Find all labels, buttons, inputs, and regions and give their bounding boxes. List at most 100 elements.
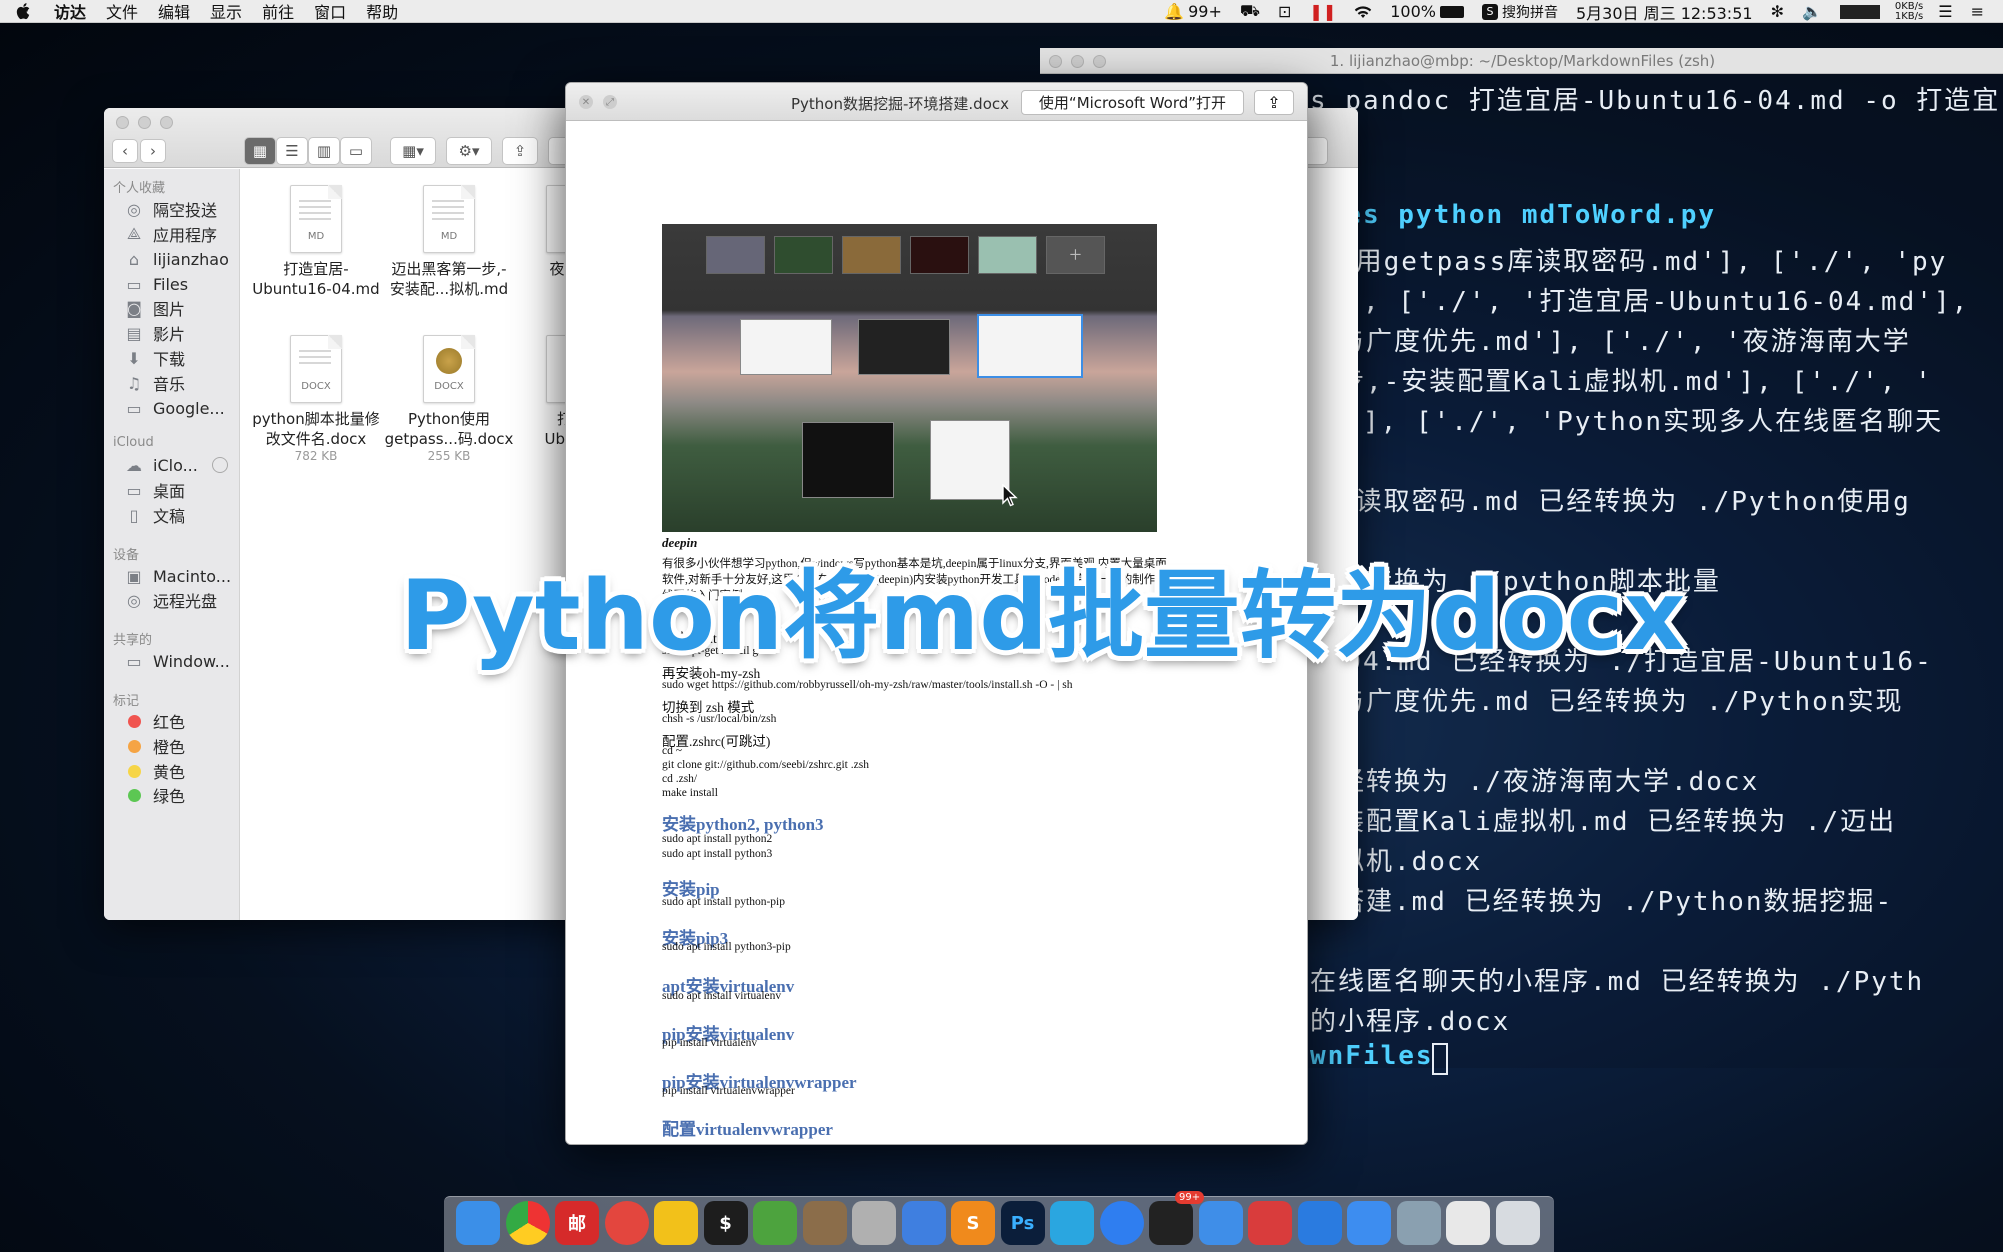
maxthon-icon[interactable]: [1050, 1201, 1094, 1245]
sidebar-item-pictures[interactable]: ◙ 图片: [124, 297, 185, 320]
sidebar-item-music[interactable]: ♫ 音乐: [124, 372, 185, 395]
sidebar-item-desktop[interactable]: ▭ 桌面: [124, 479, 185, 502]
back-button[interactable]: ‹: [112, 139, 138, 163]
file-item[interactable]: DOCX Python使用 getpass...码.docx 255 KB: [384, 335, 514, 463]
docx-file-icon: DOCX: [423, 335, 475, 403]
sidebar-item-files[interactable]: ▭ Files: [124, 273, 188, 295]
bluetooth-icon[interactable]: ✻: [1762, 2, 1793, 21]
evernote-icon[interactable]: [753, 1201, 797, 1245]
sidebar-item-windows[interactable]: ▭ Window...: [124, 650, 229, 672]
squirrel-icon[interactable]: [654, 1201, 698, 1245]
sidebar-item-macintosh[interactable]: ▣ Macinto...: [124, 565, 231, 587]
volume-icon[interactable]: 🔈: [1793, 2, 1831, 21]
zoom-button[interactable]: [160, 116, 173, 129]
pause-icon[interactable]: ❚❚: [1300, 2, 1345, 21]
notification-center-icon[interactable]: ≡: [1962, 2, 1993, 21]
terminal-icon[interactable]: $: [703, 1201, 748, 1245]
wifi-icon[interactable]: [1345, 5, 1381, 19]
close-button[interactable]: [1049, 55, 1062, 68]
fullscreen-button[interactable]: ⤢: [603, 95, 617, 109]
sidebar-item-google[interactable]: ▭ Google...: [124, 397, 224, 419]
finder-icon[interactable]: [456, 1201, 500, 1245]
package-icon[interactable]: [852, 1201, 896, 1245]
remote-desktop-icon[interactable]: [1248, 1201, 1292, 1245]
gallery-view-button[interactable]: ▭: [340, 137, 372, 165]
sidebar-item-label: 红色: [153, 713, 186, 732]
scale-icon[interactable]: [1347, 1201, 1391, 1245]
close-button[interactable]: [116, 116, 129, 129]
file-ext: MD: [440, 231, 458, 242]
apple-menu-icon[interactable]: [14, 1, 34, 21]
menu-file[interactable]: 文件: [96, 0, 148, 23]
teamviewer-icon[interactable]: [1198, 1201, 1243, 1245]
battery-status[interactable]: 100%: [1381, 2, 1473, 21]
menu-extra-icon[interactable]: [1831, 4, 1889, 19]
launcher-icon[interactable]: [802, 1201, 847, 1245]
windows-icon[interactable]: [1297, 1201, 1342, 1245]
file-item[interactable]: MD 打造宜居- Ubuntu16-04.md: [251, 185, 381, 299]
sidebar-item-documents[interactable]: ▯ 文稿: [124, 504, 185, 527]
open-with-word-button[interactable]: 使用“Microsoft Word”打开: [1021, 90, 1244, 115]
grid-icon: ▦: [252, 142, 268, 160]
sidebar-item-applications[interactable]: ⟁ 应用程序: [124, 223, 217, 245]
expand-icon: ⤢: [606, 96, 614, 108]
workspace-thumb: [910, 236, 969, 274]
terminal-line: 先与广度优先.md 已经转换为 ./Python实现: [1310, 687, 1904, 717]
column-view-button[interactable]: ▥: [308, 137, 340, 165]
keynote-icon[interactable]: [901, 1201, 946, 1245]
chrome-icon[interactable]: [505, 1201, 550, 1245]
close-button[interactable]: ✕: [579, 95, 593, 109]
action-button[interactable]: ⚙▾: [446, 137, 492, 165]
photoshop-icon[interactable]: Ps: [1000, 1201, 1045, 1245]
forward-button[interactable]: ›: [140, 139, 166, 163]
workspace-thumb: [842, 236, 901, 274]
menu-window[interactable]: 窗口: [304, 0, 356, 23]
menu-help[interactable]: 帮助: [356, 0, 408, 23]
trash-icon[interactable]: [1495, 1201, 1540, 1245]
screen-record-icon[interactable]: ⊡: [1269, 2, 1300, 21]
terminal-line: s库读取密码.md 已经转换为 ./Python使用g: [1310, 487, 1911, 517]
sidebar-item-remote-disc[interactable]: ◎ 远程光盘: [124, 589, 217, 612]
icon-view-button[interactable]: ▦: [244, 137, 276, 165]
minimize-button[interactable]: [138, 116, 151, 129]
qq-status[interactable]: 🔔 99+: [1155, 2, 1231, 21]
clock[interactable]: 5月30日 周三 12:53:51: [1567, 0, 1762, 24]
terminal-line: 已经转换为 ./夜游海南大学.docx: [1310, 767, 1760, 797]
sidebar-item-home[interactable]: ⌂ lijianzhao: [124, 248, 229, 270]
preview-icon[interactable]: [1396, 1201, 1441, 1245]
sidebar-item-movies[interactable]: ▤ 影片: [124, 322, 185, 345]
time-machine-icon[interactable]: ⛟: [1231, 1, 1269, 22]
share-button[interactable]: ⇪: [502, 137, 538, 165]
qq-icon[interactable]: [1149, 1201, 1193, 1245]
sidebar-tag-orange[interactable]: 橙色: [124, 735, 185, 757]
sidebar-item-downloads[interactable]: ⬇ 下载: [124, 347, 185, 370]
file-item[interactable]: DOCX python脚本批量修 改文件名.docx 782 KB: [251, 335, 381, 463]
menu-edit[interactable]: 编辑: [148, 0, 200, 23]
menu-go[interactable]: 前往: [252, 0, 304, 23]
arrange-button[interactable]: ▦▾: [390, 137, 436, 165]
sidebar-item-icloud-drive[interactable]: ☁ iClo...: [124, 454, 228, 476]
zoom-button[interactable]: [1093, 55, 1106, 68]
sublime-icon[interactable]: S: [951, 1201, 995, 1245]
menu-view[interactable]: 显示: [200, 0, 252, 23]
mail-icon[interactable]: 邮: [555, 1201, 599, 1245]
terminal-traffic-lights: [1049, 55, 1106, 68]
menu-list-icon[interactable]: ☰: [1929, 2, 1961, 21]
sidebar-tag-yellow[interactable]: 黄色: [124, 760, 185, 782]
quicklook-title: Python数据挖掘-环境搭建.docx: [791, 95, 1009, 113]
file-name: 迈出黑客第一步,-: [391, 260, 507, 278]
netease-music-icon[interactable]: [604, 1201, 649, 1245]
list-view-button[interactable]: ☰: [276, 137, 308, 165]
input-method[interactable]: S 搜狗拼音: [1473, 2, 1567, 22]
battery-icon: [1439, 5, 1464, 18]
sidebar-tag-green[interactable]: 绿色: [124, 784, 185, 806]
documents-icon[interactable]: [1446, 1201, 1490, 1245]
sidebar-item-airdrop[interactable]: ◎ 隔空投送: [124, 198, 217, 221]
file-item[interactable]: MD 迈出黑客第一步,- 安装配...拟机.md: [384, 185, 514, 299]
safari-icon[interactable]: [1099, 1201, 1144, 1245]
doc-heading: 配置virtualenvwrapper: [662, 1120, 833, 1139]
sidebar-tag-red[interactable]: 红色: [124, 710, 185, 732]
menu-finder[interactable]: 访达: [44, 0, 96, 23]
share-button[interactable]: ⇪: [1254, 90, 1294, 115]
minimize-button[interactable]: [1071, 55, 1084, 68]
